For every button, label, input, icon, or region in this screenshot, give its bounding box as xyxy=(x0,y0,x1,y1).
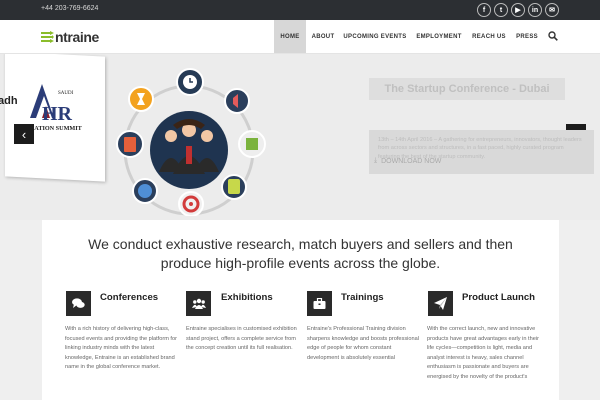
main-header: ntraine HOME ABOUT UPCOMING EVENTS EMPLO… xyxy=(0,20,600,54)
site-logo[interactable]: ntraine xyxy=(41,29,99,45)
feature-title-conferences: Conferences xyxy=(100,292,159,303)
nav-employment[interactable]: EMPLOYMENT xyxy=(416,20,462,53)
paper-plane-icon xyxy=(428,291,453,316)
svg-text:HR: HR xyxy=(42,103,73,125)
feature-text-conferences: With a rich history of delivering high-c… xyxy=(65,326,177,370)
slide-title: The Startup Conference - Dubai xyxy=(369,78,565,100)
hero-slider: adh SAUDI HR RMATION SUMMIT ‹ › xyxy=(0,54,600,220)
nav-about[interactable]: ABOUT xyxy=(308,20,338,53)
nav-press[interactable]: PRESS xyxy=(514,20,540,53)
download-icon: ⤓ xyxy=(374,157,378,164)
feature-text-trainings: Entraine's Professional Training divisio… xyxy=(307,326,419,361)
phone-number: +44 203-769-6624 xyxy=(41,5,99,12)
download-label: DOWNLOAD NOW xyxy=(381,157,442,165)
briefcase-icon xyxy=(307,291,332,316)
logo-text: ntraine xyxy=(55,29,99,45)
facebook-icon[interactable]: f xyxy=(477,3,491,17)
youtube-icon[interactable]: ▶ xyxy=(511,3,525,17)
feature-title-exhibitions: Exhibitions xyxy=(221,292,273,303)
nav-upcoming-events[interactable]: UPCOMING EVENTS xyxy=(343,20,407,53)
slider-prev-button[interactable]: ‹ xyxy=(14,124,34,144)
slide-description: 13th – 14th April 2016 – A gathering for… xyxy=(369,130,594,174)
business-network-illustration xyxy=(116,68,266,216)
feature-text-product-launch: With the correct launch, new and innovat… xyxy=(427,326,539,380)
hero-city-fragment: adh xyxy=(0,95,18,107)
chat-bubbles-icon xyxy=(66,291,91,316)
search-icon[interactable] xyxy=(548,31,558,41)
feature-title-product-launch: Product Launch xyxy=(462,292,536,303)
email-icon[interactable]: ✉ xyxy=(545,3,559,17)
linkedin-icon[interactable]: in xyxy=(528,3,542,17)
top-bar: +44 203-769-6624 f t ▶ in ✉ xyxy=(0,0,600,20)
nav-home[interactable]: HOME xyxy=(274,20,306,53)
nav-reach-us[interactable]: REACH US xyxy=(470,20,508,53)
download-now-button[interactable]: ⤓ DOWNLOAD NOW xyxy=(374,155,456,167)
svg-text:SAUDI: SAUDI xyxy=(58,91,74,96)
section-headline: We conduct exhaustive research, match bu… xyxy=(88,236,513,271)
twitter-icon[interactable]: t xyxy=(494,3,508,17)
logo-arrows-icon xyxy=(41,31,54,43)
group-icon xyxy=(186,291,211,316)
feature-text-exhibitions: Entraine specialises in customised exhib… xyxy=(186,326,297,351)
feature-title-trainings: Trainings xyxy=(341,292,384,303)
services-section: We conduct exhaustive research, match bu… xyxy=(42,220,559,400)
